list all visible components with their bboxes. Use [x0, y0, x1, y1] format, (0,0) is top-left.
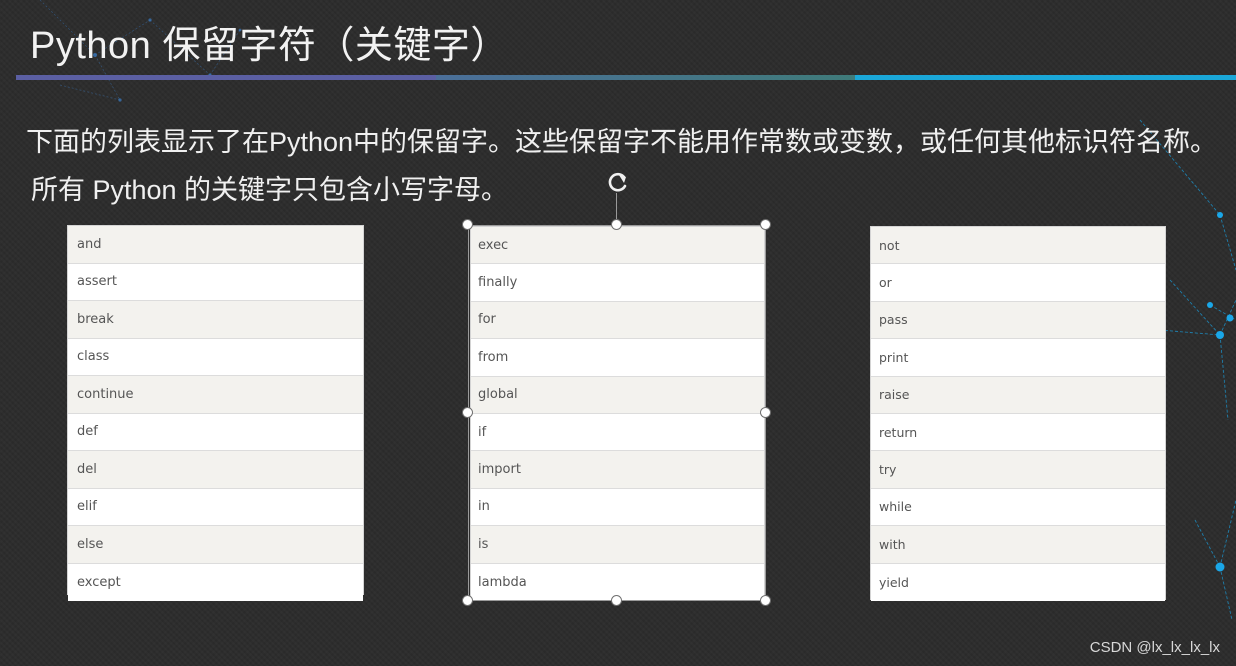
slide-title: Python 保留字符（关键字） — [30, 25, 509, 67]
description-line-1: 下面的列表显示了在Python中的保留字。这些保留字不能用作常数或变数，或任何其… — [26, 127, 1218, 157]
watermark: CSDN @lx_lx_lx_lx — [1089, 639, 1220, 656]
resize-handle-bottom-right[interactable] — [760, 595, 771, 606]
resize-handle-top-left[interactable] — [462, 219, 473, 230]
table-row: with — [871, 526, 1165, 564]
table-row: not — [871, 227, 1165, 265]
table-row: continue — [68, 376, 363, 414]
resize-handle-middle-left[interactable] — [462, 407, 473, 418]
resize-handle-middle-right[interactable] — [760, 407, 771, 418]
table-row: elif — [68, 488, 363, 526]
rotate-handle-icon[interactable] — [602, 168, 634, 196]
table-row: while — [871, 488, 1165, 527]
table-row: class — [68, 338, 363, 376]
table-row: except — [68, 563, 363, 601]
selection-frame — [468, 225, 766, 601]
table-row: raise — [871, 376, 1165, 414]
table-row: def — [68, 413, 363, 451]
table-row: print — [871, 339, 1165, 377]
table-row: else — [68, 526, 363, 564]
resize-handle-bottom-center[interactable] — [611, 595, 622, 606]
table-row: del — [68, 451, 363, 489]
table-row: break — [68, 301, 363, 339]
table-row: yield — [871, 563, 1165, 601]
table-row: or — [871, 264, 1165, 302]
keyword-table-3[interactable]: not or pass print raise return try while… — [870, 226, 1166, 601]
table-row: and — [68, 226, 363, 264]
description-text: 下面的列表显示了在Python中的保留字。这些保留字不能用作常数或变数，或任何其… — [26, 118, 1232, 214]
table-row: try — [871, 451, 1165, 489]
table-row: pass — [871, 301, 1165, 340]
title-underline-bar — [16, 75, 1236, 80]
keyword-table-1[interactable]: and assert break class continue def del … — [67, 225, 364, 601]
resize-handle-top-right[interactable] — [760, 219, 771, 230]
resize-handle-bottom-left[interactable] — [462, 595, 473, 606]
resize-handle-top-center[interactable] — [611, 219, 622, 230]
table-row: assert — [68, 263, 363, 301]
table-row: return — [871, 413, 1165, 452]
